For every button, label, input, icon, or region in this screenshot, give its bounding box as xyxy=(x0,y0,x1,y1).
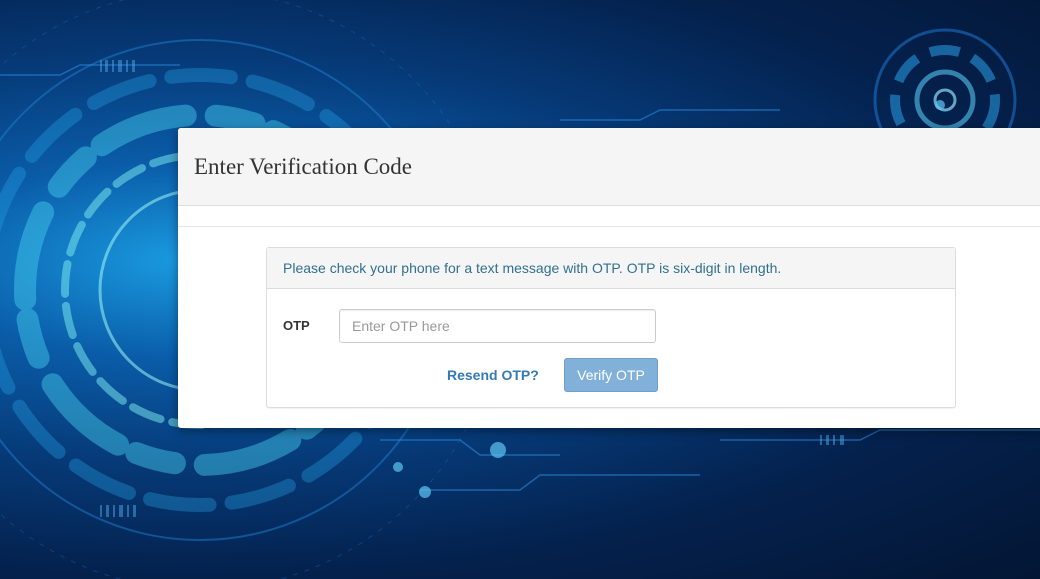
modal-header: Enter Verification Code xyxy=(178,128,1040,206)
verify-otp-button[interactable]: Verify OTP xyxy=(564,358,658,392)
resend-otp-link[interactable]: Resend OTP? xyxy=(447,367,539,383)
otp-panel: Please check your phone for a text messa… xyxy=(266,247,956,408)
otp-instructions: Please check your phone for a text messa… xyxy=(267,248,955,289)
modal-divider xyxy=(178,226,1040,227)
otp-label: OTP xyxy=(283,318,310,333)
otp-input[interactable] xyxy=(339,309,656,343)
modal-title: Enter Verification Code xyxy=(194,153,413,179)
verification-modal: Enter Verification Code Please check you… xyxy=(178,128,1040,428)
